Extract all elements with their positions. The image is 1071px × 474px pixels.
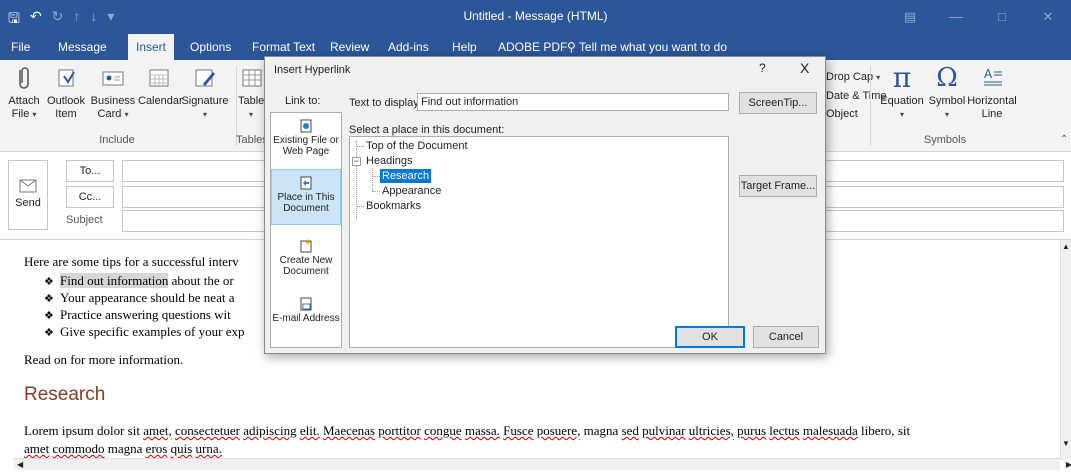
bullet-icon: ❖ <box>44 327 54 339</box>
list-item: ❖ Practice answering questions wit <box>44 306 244 323</box>
minimize-icon[interactable]: — <box>933 0 979 34</box>
table-icon <box>242 69 262 87</box>
tables-group-label: Tables <box>236 134 268 146</box>
signature-button[interactable]: Signature ▾ <box>180 64 230 121</box>
tree-item-research[interactable]: Research <box>380 169 432 183</box>
pi-icon: π <box>892 61 912 94</box>
title-bar: 🖫 ↶ ↻ ↑ ↓ ▾ Untitled - Message (HTML) ▤ … <box>0 0 1071 34</box>
tree-item-top-of-document[interactable]: Top of the Document <box>366 139 468 153</box>
list-item: ❖ Give specific examples of your exp <box>44 323 244 340</box>
new-document-icon <box>300 239 312 253</box>
research-heading: Research <box>24 384 106 405</box>
screentip-button[interactable]: ScreenTip... <box>739 92 817 114</box>
business-card-button[interactable]: Business Card ▾ <box>88 64 138 121</box>
subject-label: Subject <box>66 214 103 226</box>
select-place-label: Select a place in this document: <box>349 124 505 136</box>
horizontal-scrollbar[interactable]: ◀ ▶ <box>14 458 1071 470</box>
attach-file-button[interactable]: Attach File ▾ <box>4 64 44 121</box>
ribbon-display-icon[interactable]: ▤ <box>887 0 933 34</box>
lightbulb-icon: ⚲ <box>567 40 576 54</box>
tree-item-appearance[interactable]: Appearance <box>382 184 441 198</box>
calendar-icon <box>149 69 169 87</box>
cc-button[interactable]: Cc... <box>66 186 114 208</box>
text-to-display-label: Text to display: <box>349 97 422 109</box>
link-to-label: Link to: <box>285 95 321 107</box>
text-to-display-input[interactable]: Find out information <box>417 93 729 111</box>
link-place-in-document[interactable]: Place in This Document <box>271 169 341 225</box>
collapse-ribbon-icon[interactable]: ⌃ <box>1060 134 1068 145</box>
svg-text:A: A <box>984 67 993 81</box>
scroll-left-icon[interactable]: ◀ <box>17 460 23 469</box>
tab-file[interactable]: File <box>11 34 30 60</box>
send-icon <box>19 179 37 193</box>
insert-hyperlink-dialog: Insert Hyperlink ? X Link to: Existing F… <box>264 56 826 354</box>
close-icon[interactable]: ✕ <box>1025 0 1071 34</box>
tree-item-headings[interactable]: Headings <box>366 154 412 168</box>
tree-item-bookmarks[interactable]: Bookmarks <box>366 199 421 213</box>
tips-list: ❖ Find out information about the or ❖ Your… <box>44 272 244 340</box>
email-icon <box>300 297 312 311</box>
horizontal-line-button[interactable]: A Horizontal Line <box>966 64 1018 121</box>
vertical-scrollbar[interactable]: ▲ ▼ <box>1060 240 1071 460</box>
send-button[interactable]: Send <box>8 160 48 230</box>
link-to-bar: Existing File or Web Page Place in This … <box>270 112 342 348</box>
list-item: ❖ Find out information about the or <box>44 272 244 289</box>
intro-text: Here are some tips for a successful inte… <box>24 254 239 269</box>
tab-options[interactable]: Options <box>190 34 231 60</box>
outlook-item-button[interactable]: Outlook Item <box>44 64 88 121</box>
to-button[interactable]: To... <box>66 160 114 182</box>
link-create-new-document[interactable]: Create New Document <box>271 239 341 277</box>
dialog-title: Insert Hyperlink <box>274 64 351 76</box>
horizontal-line-icon: A <box>984 67 1002 86</box>
target-frame-button[interactable]: Target Frame... <box>739 175 817 197</box>
tab-insert[interactable]: Insert <box>128 34 175 60</box>
signature-icon <box>195 69 215 87</box>
paperclip-icon <box>19 67 29 89</box>
collapse-icon[interactable]: − <box>352 157 361 166</box>
business-card-icon <box>102 71 124 86</box>
help-button[interactable]: ? <box>759 61 766 75</box>
calendar-button[interactable]: Calendar <box>138 64 183 108</box>
read-on-text: Read on for more information. <box>24 352 184 367</box>
lorem-paragraph: Lorem ipsum dolor sit amet, consectetuer… <box>24 423 911 456</box>
ok-button[interactable]: OK <box>675 326 745 348</box>
scroll-down-icon[interactable]: ▼ <box>1061 439 1071 448</box>
include-group-label: Include <box>99 134 135 146</box>
maximize-icon[interactable]: □ <box>979 0 1025 34</box>
symbol-button[interactable]: Ω Symbol ▾ <box>928 64 966 121</box>
scroll-up-icon[interactable]: ▲ <box>1061 242 1071 251</box>
dialog-close-button[interactable]: X <box>800 60 809 76</box>
list-item: ❖ Your appearance should be neat a <box>44 289 244 306</box>
document-place-tree[interactable]: Top of the Document − Headings Research … <box>349 136 729 348</box>
link-existing-file[interactable]: Existing File or Web Page <box>271 119 341 157</box>
symbols-group-label: Symbols <box>923 134 967 146</box>
equation-button[interactable]: π Equation ▾ <box>876 64 928 121</box>
outlook-item-icon <box>58 69 75 87</box>
omega-icon: Ω <box>936 63 958 93</box>
table-button[interactable]: Table ▾ <box>238 64 264 121</box>
tab-message[interactable]: Message <box>58 34 107 60</box>
web-page-icon <box>300 119 312 133</box>
scroll-right-icon[interactable]: ▶ <box>1066 460 1071 469</box>
cancel-button[interactable]: Cancel <box>753 326 819 348</box>
link-email-address[interactable]: E-mail Address <box>271 297 341 324</box>
document-place-icon <box>300 176 312 190</box>
